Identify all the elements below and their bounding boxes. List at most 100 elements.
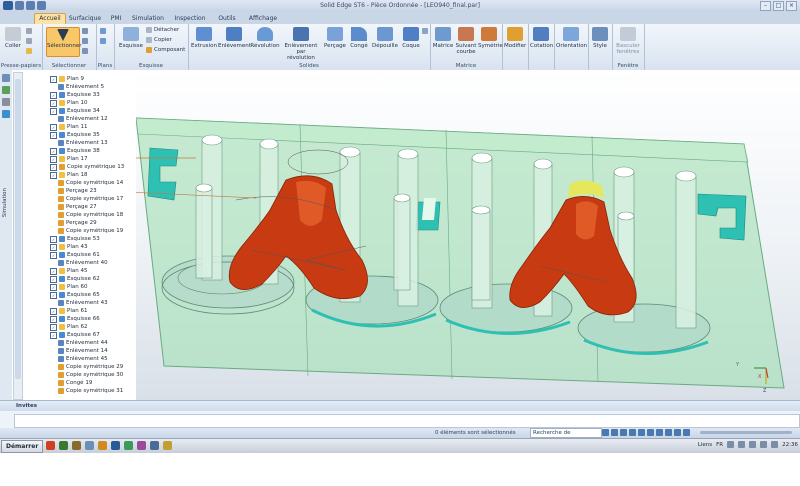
tab-affichage[interactable]: Affichage xyxy=(246,14,280,24)
tree-scrollbar[interactable] xyxy=(13,72,23,400)
tray-icon-2[interactable] xyxy=(738,441,746,448)
tree-item[interactable]: Enlèvement 14 xyxy=(58,347,108,355)
tree-item[interactable]: Copie symétrique 18 xyxy=(58,211,123,219)
app-icon-1[interactable] xyxy=(46,441,55,450)
tree-item[interactable]: Copie symétrique 30 xyxy=(58,371,123,379)
hole-button[interactable]: Perçage xyxy=(322,27,348,49)
zoom-area-icon[interactable] xyxy=(602,429,609,436)
tree-item[interactable]: ✓ Esquisse 33 xyxy=(50,91,100,99)
draft-button[interactable]: Dépouille xyxy=(370,27,400,49)
tree-item[interactable]: Enlèvement 5 xyxy=(58,83,104,91)
tab-accueil[interactable]: Accueil xyxy=(34,13,66,24)
volume-icon[interactable] xyxy=(760,441,768,448)
tree-item[interactable]: Copie symétrique 31 xyxy=(58,387,123,395)
graphics-viewport[interactable]: Y X Z xyxy=(136,70,800,400)
tree-item[interactable]: Copie symétrique 14 xyxy=(58,179,123,187)
tree-item[interactable]: Copie symétrique 29 xyxy=(58,363,123,371)
tray-icon-3[interactable] xyxy=(749,441,757,448)
tree-item[interactable]: Enlèvement 44 xyxy=(58,339,108,347)
tree-item-checkbox[interactable]: ✓ xyxy=(50,267,57,275)
plane-button[interactable] xyxy=(100,28,106,34)
command-search-input[interactable]: Recherche de commande xyxy=(530,428,602,444)
solids-more-button[interactable] xyxy=(422,28,428,34)
plane-button-2[interactable] xyxy=(100,38,106,44)
component-button[interactable]: Composant xyxy=(146,47,185,53)
tree-item[interactable]: ✓ Esquisse 35 xyxy=(50,131,100,139)
tree-item[interactable]: ✓ Plan 61 xyxy=(50,307,87,315)
app-icon-4[interactable] xyxy=(85,441,94,450)
tree-item-checkbox[interactable]: ✓ xyxy=(50,315,57,323)
copy-button[interactable]: Copier xyxy=(146,37,172,43)
tree-item-checkbox[interactable]: ✓ xyxy=(50,147,57,155)
tab-inspection[interactable]: Inspection xyxy=(172,14,208,24)
pan-icon[interactable] xyxy=(629,429,636,436)
links-label[interactable]: Liens xyxy=(698,442,712,448)
tree-item-checkbox[interactable]: ✓ xyxy=(50,243,57,251)
tree-item[interactable]: ✓ Esquisse 53 xyxy=(50,235,100,243)
app-icon-5[interactable] xyxy=(98,441,107,450)
tree-item-checkbox[interactable]: ✓ xyxy=(50,283,57,291)
tree-item[interactable]: Congé 19 xyxy=(58,379,92,387)
tree-item-checkbox[interactable]: ✓ xyxy=(50,251,57,259)
tree-item-checkbox[interactable]: ✓ xyxy=(50,331,57,339)
tree-item-checkbox[interactable]: ✓ xyxy=(50,99,57,107)
tree-item-checkbox[interactable]: ✓ xyxy=(50,307,57,315)
tree-item[interactable]: Enlèvement 40 xyxy=(58,259,108,267)
tree-item[interactable]: Enlèvement 12 xyxy=(58,115,108,123)
orientation-button[interactable]: Orientation xyxy=(556,27,587,49)
zoom-icon[interactable] xyxy=(611,429,618,436)
shaded-edges-icon[interactable] xyxy=(665,429,672,436)
mirror-button[interactable]: Symétrie xyxy=(478,27,503,49)
layers-tab-icon[interactable] xyxy=(2,86,10,94)
tree-item[interactable]: ✓ Plan 17 xyxy=(50,155,87,163)
format-painter-button[interactable] xyxy=(26,48,32,54)
network-icon[interactable] xyxy=(771,441,779,448)
switch-windows-button[interactable]: Basculer fenêtres xyxy=(614,27,642,55)
tab-outils[interactable]: Outils xyxy=(214,14,240,24)
start-button[interactable]: Démarrer xyxy=(1,440,44,453)
tree-item[interactable]: ✓ Esquisse 67 xyxy=(50,331,100,339)
style-button[interactable]: Style xyxy=(590,27,610,49)
tree-item[interactable]: ✓ Plan 60 xyxy=(50,283,87,291)
tree-item-checkbox[interactable]: ✓ xyxy=(50,275,57,283)
app-icon-8[interactable] xyxy=(137,441,146,450)
tree-item-checkbox[interactable]: ✓ xyxy=(50,171,57,179)
app-icon-6[interactable] xyxy=(111,441,120,450)
matrix-button[interactable]: Matrice xyxy=(432,27,454,49)
simulation-tab-label[interactable]: Simulation xyxy=(2,188,8,217)
tree-item-checkbox[interactable]: ✓ xyxy=(50,75,57,83)
tree-item[interactable]: ✓ Esquisse 62 xyxy=(50,275,100,283)
close-icon[interactable]: × xyxy=(786,1,797,11)
simulation-tab-icon[interactable] xyxy=(2,110,10,118)
tree-item[interactable]: Perçage 27 xyxy=(58,203,97,211)
tree-item[interactable]: ✓ Esquisse 34 xyxy=(50,107,100,115)
view-orientation-icon[interactable] xyxy=(647,429,654,436)
select-option-1[interactable] xyxy=(82,28,88,34)
tree-item-checkbox[interactable]: ✓ xyxy=(50,131,57,139)
modify-button[interactable]: Modifier xyxy=(504,27,526,49)
tree-item[interactable]: ✓ Plan 62 xyxy=(50,323,87,331)
tree-item[interactable]: Enlèvement 43 xyxy=(58,299,108,307)
dimension-button[interactable]: Cotation xyxy=(530,27,553,49)
minimize-icon[interactable]: – xyxy=(760,1,771,11)
tree-item[interactable]: Perçage 23 xyxy=(58,187,97,195)
tab-surfacique[interactable]: Surfacique xyxy=(68,14,102,24)
tree-item[interactable]: ✓ Plan 10 xyxy=(50,99,87,107)
copy-clipboard-button[interactable] xyxy=(26,38,32,44)
tree-item-checkbox[interactable]: ✓ xyxy=(50,155,57,163)
cut-button[interactable] xyxy=(26,28,32,34)
sketch-button[interactable]: Esquisse xyxy=(118,27,144,49)
tree-item[interactable]: ✓ Copie symétrique 13 xyxy=(50,163,124,171)
app-icon-10[interactable] xyxy=(163,441,172,450)
tree-item[interactable]: Copie symétrique 19 xyxy=(58,227,123,235)
wireframe-icon[interactable] xyxy=(683,429,690,436)
restore-icon[interactable]: □ xyxy=(773,1,784,11)
tree-item[interactable]: ✓ Plan 18 xyxy=(50,171,87,179)
tree-item[interactable]: Enlèvement 45 xyxy=(58,355,108,363)
select-button[interactable]: Sélectionner xyxy=(46,27,81,57)
tab-pmi[interactable]: PMI xyxy=(106,14,126,24)
along-curve-button[interactable]: Suivant courbe xyxy=(454,27,478,55)
tree-item-checkbox[interactable]: ✓ xyxy=(50,163,57,171)
removal-by-revolution-button[interactable]: Enlèvement par révolution xyxy=(280,27,322,61)
fit-icon[interactable] xyxy=(620,429,627,436)
